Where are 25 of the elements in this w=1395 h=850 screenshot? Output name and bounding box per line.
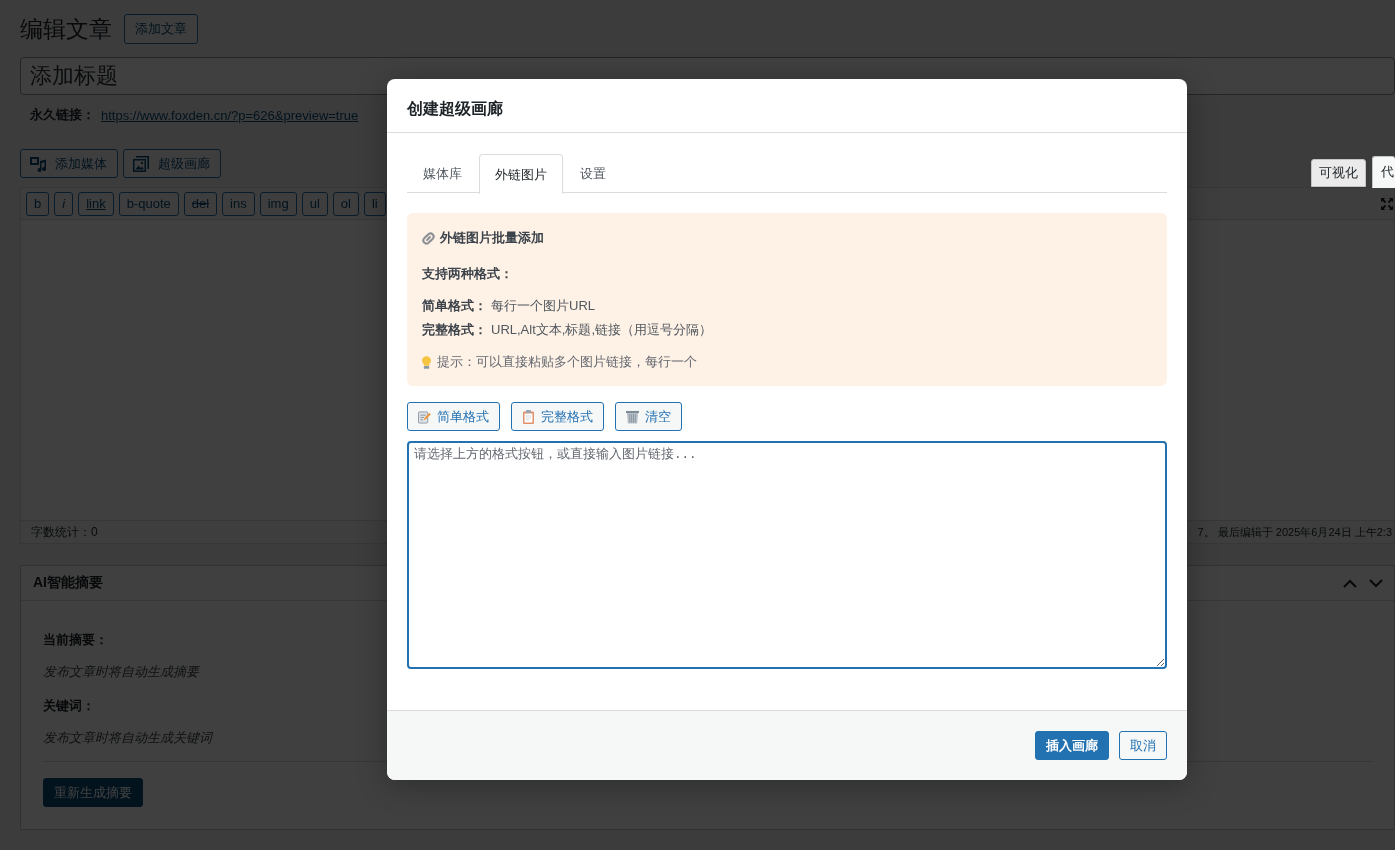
template-button[interactable]: 清空 [615,402,682,431]
panel-title: AI智能摘要 [33,574,103,592]
dialog-title: 创建超级画廊 [407,98,503,119]
template-button[interactable]: 简单格式 [407,402,500,431]
image-links-field[interactable]: 请选择上方的格式按钮，或直接输入图片链接... [407,441,1167,669]
format-line: 完整格式： URL,Alt文本,标题,链接（用逗号分隔） [422,321,712,339]
summary-label: 当前摘要： [43,631,108,649]
dialog-tab[interactable]: 外链图片 [479,154,563,194]
keywords-label: 关键词： [43,697,95,715]
dialog-tab[interactable]: 媒体库 [407,154,478,193]
format-line: 简单格式： 每行一个图片URL [422,297,595,315]
notice-subtitle: 支持两种格式： [422,265,513,283]
editor-mode-tab[interactable]: 代 [1372,156,1395,188]
tip-text: 提示：可以直接粘贴多个图片链接，每行一个 [437,353,697,371]
editor-mode-tab[interactable]: 可视化 [1311,159,1366,187]
notepad-pencil-icon [418,409,431,424]
clipboard-icon [522,409,535,424]
lightbulb-icon [422,355,431,369]
insert-button[interactable]: 插入画廊 [1035,731,1109,760]
cancel-button[interactable]: 取消 [1119,731,1167,760]
template-button[interactable]: 完整格式 [511,402,604,431]
notice-title: 外链图片批量添加 [440,229,544,247]
link-icon [422,231,435,245]
dialog-tab[interactable]: 设置 [564,154,622,193]
wastebasket-icon [626,409,639,424]
